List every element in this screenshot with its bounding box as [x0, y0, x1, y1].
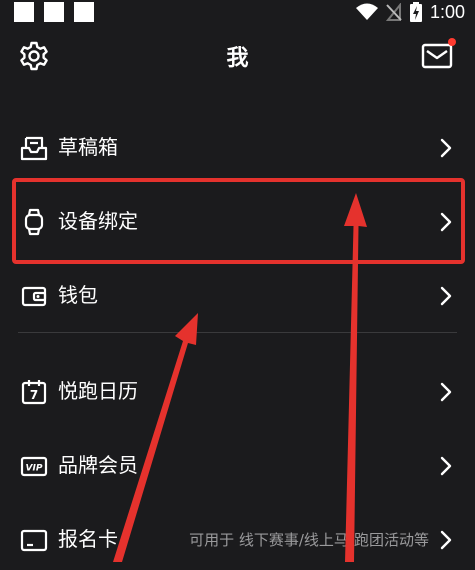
notification-square-icon: [44, 2, 64, 22]
drafts-box-icon: [20, 136, 48, 161]
menu-item-label: 草稿箱: [58, 135, 118, 159]
menu-item-label: 报名卡: [58, 527, 118, 551]
calendar-icon: 7: [21, 380, 47, 405]
section-divider: [18, 332, 457, 333]
menu-item-drafts[interactable]: 草稿箱: [0, 118, 475, 178]
notification-dot: [448, 38, 456, 46]
status-bar: 1:00: [0, 0, 475, 26]
menu-item-brand-membership[interactable]: VIP 品牌会员: [0, 436, 475, 496]
wallet-icon: [21, 286, 47, 307]
menu-item-signup-card[interactable]: 报名卡 可用于 线下赛事/线上马/跑团活动等: [0, 510, 475, 570]
annotation-highlight-box: [12, 178, 465, 264]
page-title: 我: [226, 46, 249, 71]
battery-charging-icon: [409, 2, 422, 22]
wifi-icon: [355, 3, 378, 20]
menu-item-label: 钱包: [58, 283, 98, 307]
menu-item-hint: 可用于 线下赛事/线上马/跑团活动等: [189, 531, 429, 549]
menu-item-label: 悦跑日历: [58, 379, 138, 403]
chevron-right-icon: [440, 286, 452, 306]
vip-card-icon: VIP: [20, 456, 48, 477]
svg-text:7: 7: [30, 388, 38, 402]
menu-item-wallet[interactable]: 钱包: [0, 266, 475, 326]
menu-item-calendar[interactable]: 7 悦跑日历: [0, 362, 475, 422]
notification-square-icon: [14, 2, 34, 22]
menu-item-label: 品牌会员: [58, 453, 138, 477]
chevron-right-icon: [440, 456, 452, 476]
svg-text:VIP: VIP: [26, 464, 43, 474]
chevron-right-icon: [440, 138, 452, 158]
chevron-right-icon: [440, 382, 452, 402]
signup-card-icon: [20, 529, 48, 552]
status-time: 1:00: [429, 1, 465, 22]
chevron-right-icon: [440, 530, 452, 550]
notification-square-icon: [74, 2, 94, 22]
no-signal-icon: [385, 3, 402, 21]
messages-button[interactable]: [421, 38, 456, 72]
page-header: 我: [0, 32, 475, 82]
